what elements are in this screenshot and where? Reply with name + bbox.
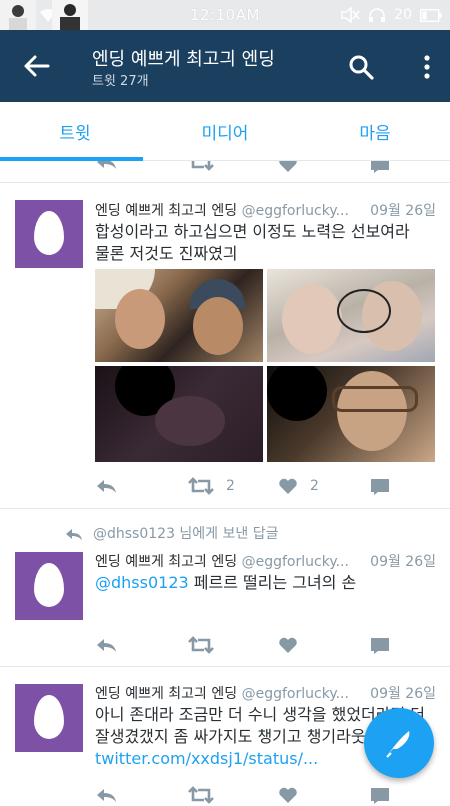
status-bar: 12:10AM 20 — [0, 0, 450, 30]
profile-tabs: 트윗 미디어 마음 — [0, 102, 450, 161]
compose-icon — [386, 731, 410, 758]
mute-icon — [341, 7, 360, 23]
retweet-button[interactable] — [188, 634, 214, 656]
headphones-icon — [369, 8, 386, 22]
retweet-count: 2 — [226, 478, 235, 494]
avatar[interactable] — [15, 684, 83, 752]
media-photo[interactable] — [95, 269, 263, 362]
display-name: 엔딩 예쁘게 최고긔 엔딩 — [95, 686, 238, 702]
envelope-icon — [371, 788, 389, 804]
tweet-actions: 2 2 — [95, 475, 395, 497]
tweet[interactable]: 엔딩 예쁘게 최고긔 엔딩 @eggforlucky... 09월 26일 합성… — [0, 183, 450, 506]
envelope-icon[interactable] — [370, 161, 390, 173]
media-grid[interactable] — [95, 269, 435, 464]
tab-likes[interactable]: 마음 — [300, 102, 450, 160]
reply-button[interactable] — [95, 475, 117, 497]
battery-level: 20 — [394, 7, 412, 23]
tweet-actions — [95, 634, 395, 656]
tweet-date: 09월 26일 — [370, 203, 436, 219]
reply-button[interactable] — [95, 784, 117, 806]
previous-tweet-actions — [0, 161, 450, 181]
reply-button[interactable] — [95, 634, 117, 656]
reply-context-text: @dhss0123 님에게 보낸 답글 — [93, 526, 279, 542]
tweet-date: 09월 26일 — [370, 554, 436, 570]
tweet-actions — [95, 784, 395, 806]
mention-link[interactable]: @dhss0123 — [95, 573, 189, 592]
avatar[interactable] — [15, 552, 83, 620]
retweet-icon — [188, 636, 214, 654]
media-photo[interactable] — [267, 366, 435, 462]
tweet-author[interactable]: 엔딩 예쁘게 최고긔 엔딩 @eggforlucky... — [95, 200, 349, 220]
tweet-text-line: 물론 저것도 진짜였긔 — [95, 244, 238, 263]
notification-thumbnail — [52, 0, 88, 30]
reply-icon — [97, 789, 116, 802]
heart-icon — [279, 478, 297, 494]
reply-icon[interactable] — [95, 161, 117, 171]
tweet-text: @dhss0123 페르르 떨리는 그녀의 손 — [95, 572, 440, 594]
retweet-icon[interactable] — [188, 161, 214, 171]
status-icons: 20 — [340, 6, 442, 24]
tweet[interactable]: @dhss0123 님에게 보낸 답글 엔딩 예쁘게 최고긔 엔딩 @eggfo… — [0, 509, 450, 666]
display-name: 엔딩 예쁘게 최고긔 엔딩 — [95, 203, 238, 219]
like-button[interactable] — [278, 784, 298, 806]
like-count: 2 — [310, 478, 319, 494]
like-button[interactable]: 2 — [278, 475, 319, 497]
back-arrow-icon[interactable] — [22, 52, 50, 80]
display-name: 엔딩 예쁘게 최고긔 엔딩 — [95, 554, 238, 570]
heart-icon[interactable] — [278, 161, 298, 173]
tab-media[interactable]: 미디어 — [150, 102, 300, 160]
dm-button[interactable] — [370, 634, 390, 656]
retweet-button[interactable] — [188, 784, 214, 806]
like-button[interactable] — [278, 634, 298, 656]
compose-tweet-button[interactable] — [364, 708, 434, 778]
retweet-icon — [188, 786, 214, 804]
heart-icon — [279, 787, 297, 803]
retweet-button[interactable]: 2 — [188, 475, 235, 497]
reply-icon — [97, 639, 116, 652]
reply-arrow-icon — [66, 529, 82, 540]
heart-icon — [279, 637, 297, 653]
envelope-icon — [371, 638, 389, 654]
more-vert-icon[interactable] — [422, 54, 432, 80]
retweet-icon — [188, 477, 214, 495]
tweet-text-line: 합성이라고 하고십으면 이정도 노력은 선보여라 — [95, 222, 410, 241]
tweet-text-content: 페르르 떨리는 그녀의 손 — [188, 573, 357, 592]
reply-context[interactable]: @dhss0123 님에게 보낸 답글 — [65, 523, 279, 543]
notification-thumbnail — [0, 0, 36, 30]
search-icon[interactable] — [348, 54, 374, 80]
egg-avatar-icon — [34, 211, 64, 255]
tweet-text: 합성이라고 하고십으면 이정도 노력은 선보여라 물론 저것도 진짜였긔 — [95, 221, 440, 265]
envelope-icon — [371, 479, 389, 495]
tweet-author[interactable]: 엔딩 예쁘게 최고긔 엔딩 @eggforlucky... — [95, 683, 349, 703]
tweet-count: 트윗 27개 — [92, 74, 149, 89]
handle: @eggforlucky... — [241, 203, 349, 219]
battery-icon — [420, 8, 442, 22]
handle: @eggforlucky... — [241, 686, 349, 702]
avatar[interactable] — [15, 200, 83, 268]
egg-avatar-icon — [34, 563, 64, 607]
dm-button[interactable] — [370, 475, 390, 497]
page-title: 엔딩 예쁘게 최고긔 엔딩 — [92, 49, 275, 70]
dm-button[interactable] — [370, 784, 390, 806]
tweet-author[interactable]: 엔딩 예쁘게 최고긔 엔딩 @eggforlucky... — [95, 551, 349, 571]
reply-icon — [97, 480, 116, 493]
tweet-date: 09월 26일 — [370, 686, 436, 702]
handle: @eggforlucky... — [241, 554, 349, 570]
app-header: 엔딩 예쁘게 최고긔 엔딩 트윗 27개 — [0, 30, 450, 102]
egg-avatar-icon — [34, 695, 64, 739]
media-photo[interactable] — [267, 269, 435, 362]
clock: 12:10AM — [190, 6, 260, 24]
tab-tweets[interactable]: 트윗 — [0, 102, 150, 160]
media-photo[interactable] — [95, 366, 263, 462]
